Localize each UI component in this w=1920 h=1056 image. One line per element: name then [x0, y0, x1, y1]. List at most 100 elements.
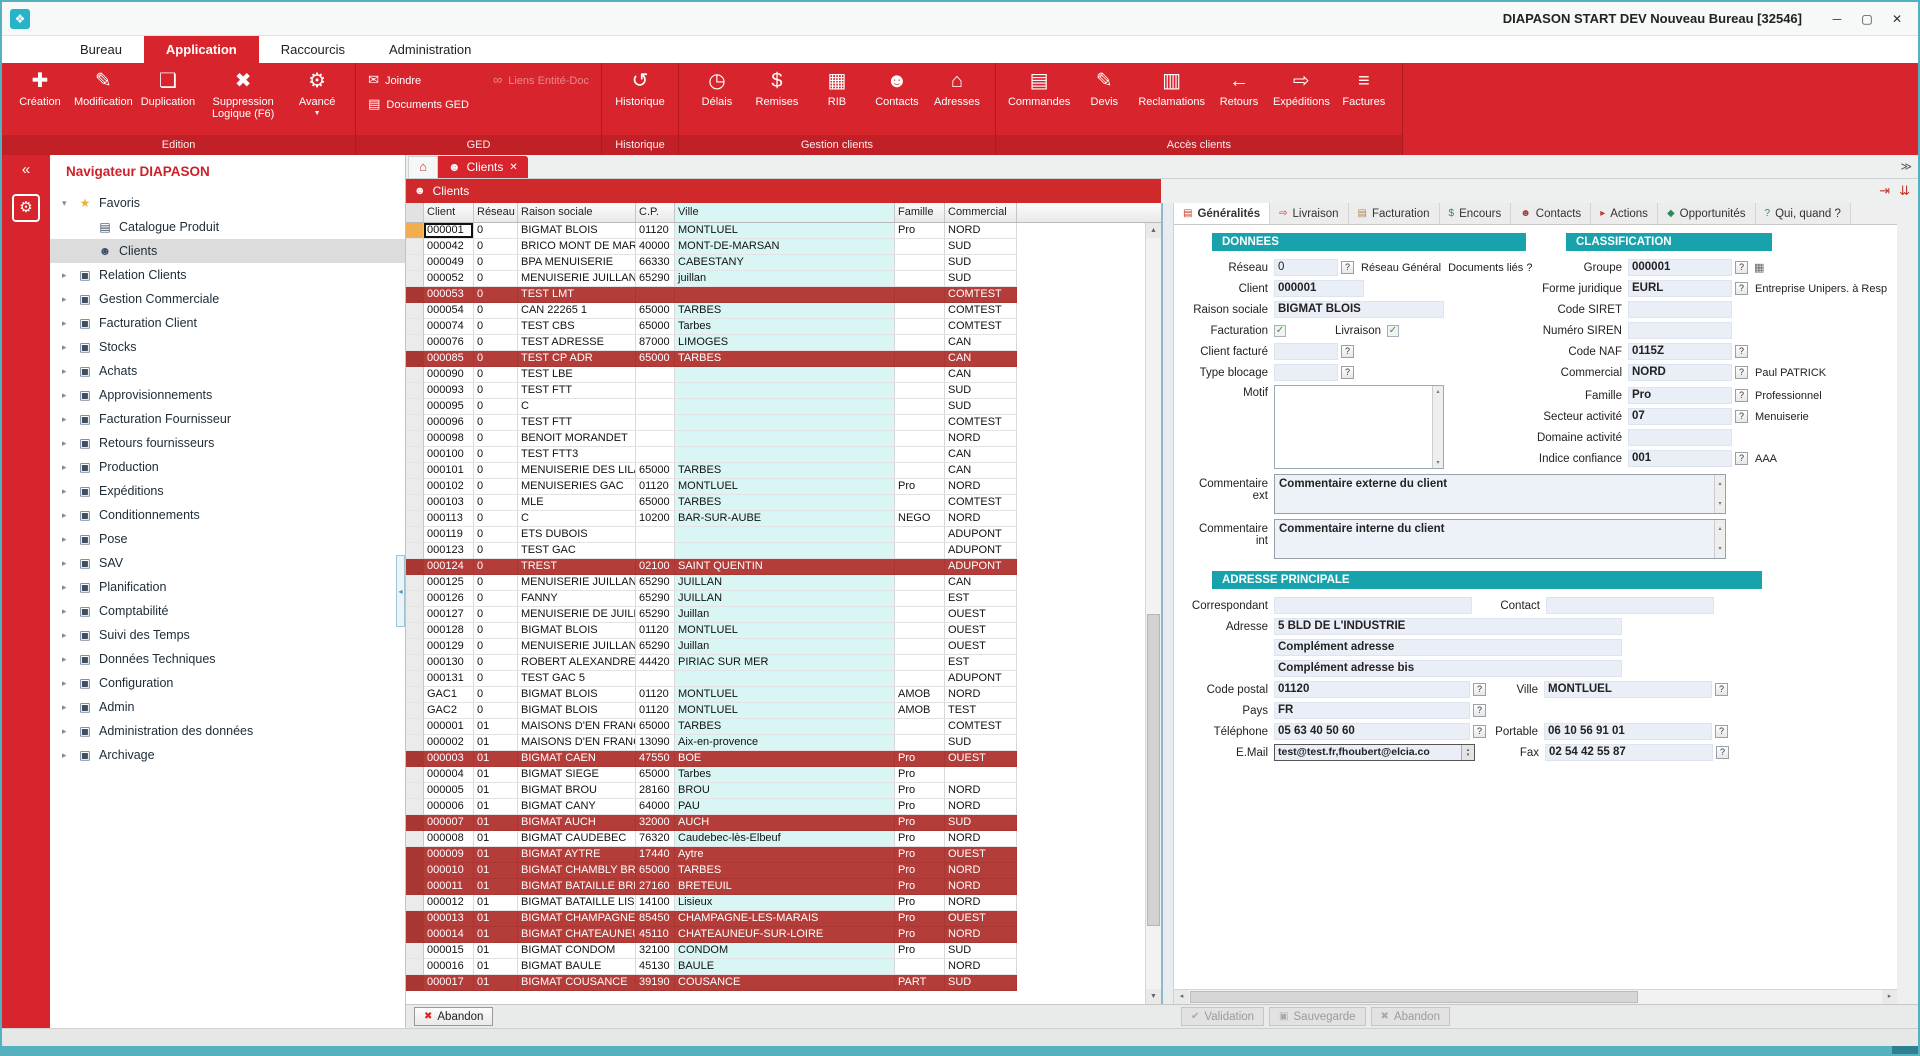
menu-tab-application[interactable]: Application — [143, 36, 259, 63]
cell-commercial[interactable]: CAN — [945, 575, 1017, 591]
fax-input[interactable]: 02 54 42 55 87 — [1545, 744, 1713, 761]
cell-ville[interactable]: MONTLUEL — [675, 623, 895, 639]
tab-actions[interactable]: ▸ Actions — [1591, 203, 1658, 224]
cell-famille[interactable]: Pro — [895, 927, 945, 943]
cell-cp[interactable]: 01120 — [636, 703, 675, 719]
table-row[interactable]: 000102 0 MENUISERIES GAC 01120 MONTLUEL Pro NO… — [406, 479, 1161, 495]
sidebar-item-planification[interactable]: ▸ ▣ Planification — [50, 575, 405, 599]
cell-raison[interactable]: BIGMAT CHAMBLY BROC — [518, 863, 636, 879]
cell-ville[interactable]: MONTLUEL — [675, 703, 895, 719]
row-selector[interactable] — [406, 303, 424, 319]
cell-ville[interactable]: TARBES — [675, 719, 895, 735]
cell-reseau[interactable]: 0 — [474, 463, 518, 479]
row-selector[interactable] — [406, 383, 424, 399]
row-selector[interactable] — [406, 783, 424, 799]
cell-client[interactable]: 000003 — [424, 751, 474, 767]
cell-raison[interactable]: ETS DUBOIS — [518, 527, 636, 543]
chevron-right-icon[interactable]: ▸ — [62, 510, 76, 521]
cell-cp[interactable] — [636, 367, 675, 383]
cell-cp[interactable]: 65290 — [636, 575, 675, 591]
cell-commercial[interactable]: SUD — [945, 735, 1017, 751]
cell-raison[interactable]: TEST GAC — [518, 543, 636, 559]
raison-sociale-input[interactable]: BIGMAT BLOIS — [1274, 301, 1444, 318]
cell-reseau[interactable]: 0 — [474, 255, 518, 271]
ribbon-button-remises[interactable]: $ Remises — [747, 66, 807, 110]
cell-famille[interactable] — [895, 655, 945, 671]
row-selector[interactable] — [406, 639, 424, 655]
cell-ville[interactable]: AUCH — [675, 815, 895, 831]
cell-reseau[interactable]: 0 — [474, 607, 518, 623]
ribbon-button-avance[interactable]: ⚙ Avancé ▼ — [287, 66, 347, 119]
reseau-lookup-button[interactable]: ? — [1341, 261, 1354, 274]
cell-famille[interactable]: Pro — [895, 479, 945, 495]
ribbon-button-creation[interactable]: ✚ Création — [10, 66, 70, 110]
cell-reseau[interactable]: 0 — [474, 495, 518, 511]
cell-cp[interactable]: 32100 — [636, 943, 675, 959]
cell-client[interactable]: GAC1 — [424, 687, 474, 703]
cell-raison[interactable]: BIGMAT BLOIS — [518, 223, 636, 239]
cell-reseau[interactable]: 0 — [474, 431, 518, 447]
row-selector[interactable] — [406, 431, 424, 447]
collapse-sidebar-button[interactable]: « — [2, 161, 50, 178]
table-row[interactable]: 000090 0 TEST LBE CAN — [406, 367, 1161, 383]
cell-famille[interactable] — [895, 639, 945, 655]
cell-cp[interactable]: 65000 — [636, 495, 675, 511]
cell-client[interactable]: 000074 — [424, 319, 474, 335]
commentaire-int-textarea[interactable]: Commentaire interne du client ▴ ▾ — [1274, 519, 1726, 559]
table-row[interactable]: 000124 0 TREST 02100 SAINT QUENTIN ADUPONT — [406, 559, 1161, 575]
table-row[interactable]: 0001270MENUISERIE DE JUILLAN65290Juillan… — [406, 607, 1161, 623]
cell-famille[interactable] — [895, 335, 945, 351]
cell-commercial[interactable]: SUD — [945, 383, 1017, 399]
abandon-grid-button[interactable]: ✖ Abandon — [414, 1007, 494, 1026]
cell-cp[interactable]: 01120 — [636, 687, 675, 703]
cell-commercial[interactable]: SUD — [945, 255, 1017, 271]
tab-clients[interactable]: ☻ Clients ✕ — [438, 156, 528, 178]
cell-famille[interactable]: Pro — [895, 847, 945, 863]
table-row[interactable]: 000095 0 C SUD — [406, 399, 1161, 415]
cell-cp[interactable]: 02100 — [636, 559, 675, 575]
cell-famille[interactable]: Pro — [895, 767, 945, 783]
tab-generalites[interactable]: ▤ Généralités — [1174, 203, 1271, 224]
cell-raison[interactable]: TEST LMT — [518, 287, 636, 303]
cell-reseau[interactable]: 0 — [474, 239, 518, 255]
table-row[interactable]: 000014 01 BIGMAT CHATEAUNEUF 45110 CHATEAUNE… — [406, 927, 1161, 943]
row-selector[interactable] — [406, 575, 424, 591]
scroll-left-icon[interactable]: ◂ — [1174, 990, 1189, 1004]
cell-raison[interactable]: MAISONS D'EN FRANCE — [518, 735, 636, 751]
cell-famille[interactable] — [895, 351, 945, 367]
cell-famille[interactable]: Pro — [895, 911, 945, 927]
column-header-famille[interactable]: Famille — [895, 203, 945, 222]
cell-reseau[interactable]: 0 — [474, 351, 518, 367]
cell-famille[interactable] — [895, 447, 945, 463]
row-selector[interactable] — [406, 959, 424, 975]
cell-ville[interactable]: TARBES — [675, 303, 895, 319]
panel-splitter[interactable] — [1161, 203, 1173, 1004]
ribbon-button-rib[interactable]: ▦ RIB — [807, 66, 867, 110]
cell-client[interactable]: 000009 — [424, 847, 474, 863]
ribbon-button-commandes[interactable]: ▤ Commandes — [1004, 66, 1074, 110]
cell-ville[interactable]: TARBES — [675, 463, 895, 479]
cell-famille[interactable] — [895, 271, 945, 287]
cell-reseau[interactable]: 0 — [474, 399, 518, 415]
cell-commercial[interactable]: SUD — [945, 271, 1017, 287]
cell-commercial[interactable]: NORD — [945, 895, 1017, 911]
cell-cp[interactable]: 65000 — [636, 303, 675, 319]
cell-cp[interactable]: 40000 — [636, 239, 675, 255]
pin-columns-icon[interactable]: ⇥ — [1879, 183, 1890, 199]
table-row[interactable]: 000002 01 MAISONS D'EN FRANCE 13090 Aix-en-p… — [406, 735, 1161, 751]
code-naf-lookup-button[interactable]: ? — [1735, 345, 1748, 358]
indice-confiance-lookup-button[interactable]: ? — [1735, 452, 1748, 465]
domaine-activite-input[interactable] — [1628, 429, 1732, 446]
cell-ville[interactable]: MONTLUEL — [675, 479, 895, 495]
cell-reseau[interactable]: 0 — [474, 223, 518, 239]
chevron-right-icon[interactable]: ▸ — [62, 318, 76, 329]
cell-famille[interactable] — [895, 607, 945, 623]
cell-commercial[interactable]: CAN — [945, 335, 1017, 351]
cell-client[interactable]: 000054 — [424, 303, 474, 319]
cell-ville[interactable] — [675, 447, 895, 463]
cell-cp[interactable]: 17440 — [636, 847, 675, 863]
cell-cp[interactable]: 27160 — [636, 879, 675, 895]
cell-commercial[interactable]: NORD — [945, 431, 1017, 447]
menu-tab-raccourcis[interactable]: Raccourcis — [259, 36, 367, 63]
cell-client[interactable]: 000127 — [424, 607, 474, 623]
